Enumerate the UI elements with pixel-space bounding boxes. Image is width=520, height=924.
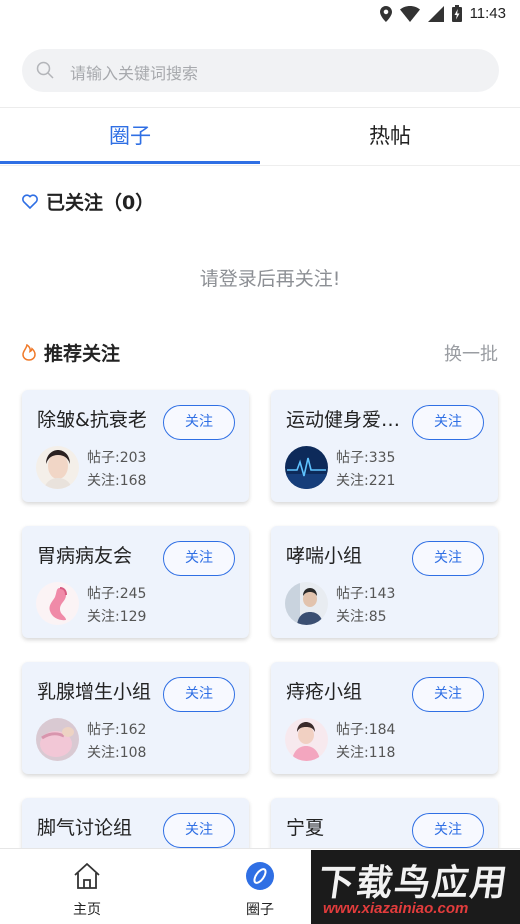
group-avatar: [36, 446, 79, 489]
group-card[interactable]: 哮喘小组 关注 帖子:143 关注:85: [271, 526, 498, 638]
group-card[interactable]: 运动健身爱好者 关注 帖子:335 关注:221: [271, 390, 498, 502]
group-name: 运动健身爱好者: [286, 409, 414, 431]
post-count: 帖子:335: [336, 450, 396, 466]
group-card[interactable]: 乳腺增生小组 关注 帖子:162 关注:108: [22, 662, 249, 774]
group-card[interactable]: 胃病病友会 关注 帖子:245 关注:129: [22, 526, 249, 638]
post-count: 帖子:143: [336, 586, 396, 602]
group-avatar: [285, 718, 328, 761]
follower-count: 关注:108: [87, 745, 147, 761]
watermark-url: www.xiazainiao.com: [323, 900, 469, 917]
follower-count: 关注:129: [87, 609, 147, 625]
group-avatar: [285, 582, 328, 625]
group-name: 胃病病友会: [37, 545, 133, 567]
group-avatar: [36, 582, 79, 625]
follow-button[interactable]: 关注: [163, 405, 235, 440]
nav-circle[interactable]: 圈子: [200, 849, 320, 924]
group-name: 痔疮小组: [286, 681, 363, 703]
group-card[interactable]: 痔疮小组 关注 帖子:184 关注:118: [271, 662, 498, 774]
nav-home[interactable]: 主页: [27, 849, 147, 924]
nav-circle-label: 圈子: [246, 902, 274, 918]
home-icon: [74, 863, 100, 889]
follow-button[interactable]: 关注: [412, 677, 484, 712]
group-name: 乳腺增生小组: [37, 681, 152, 703]
follower-count: 关注:85: [336, 609, 387, 625]
nav-home-label: 主页: [73, 902, 101, 918]
follow-button[interactable]: 关注: [163, 677, 235, 712]
follow-button[interactable]: 关注: [412, 813, 484, 848]
group-name: 宁夏: [286, 817, 325, 839]
follower-count: 关注:221: [336, 473, 396, 489]
post-count: 帖子:162: [87, 722, 147, 738]
follow-button[interactable]: 关注: [163, 541, 235, 576]
group-name: 脚气讨论组: [37, 817, 133, 839]
group-card[interactable]: 除皱&抗衰老 关注 帖子:203 关注:168: [22, 390, 249, 502]
group-name: 哮喘小组: [286, 545, 363, 567]
watermark-logo: 下载鸟应用 www.xiazainiao.com: [311, 850, 520, 924]
post-count: 帖子:203: [87, 450, 147, 466]
group-avatar: [285, 446, 328, 489]
follower-count: 关注:168: [87, 473, 147, 489]
compass-icon: [246, 862, 274, 890]
follow-button[interactable]: 关注: [412, 405, 484, 440]
follow-button[interactable]: 关注: [412, 541, 484, 576]
follower-count: 关注:118: [336, 745, 396, 761]
group-grid: 除皱&抗衰老 关注 帖子:203 关注:168 运动健身爱好者 关注 帖子:33…: [0, 0, 520, 924]
group-avatar: [36, 718, 79, 761]
group-name: 除皱&抗衰老: [37, 409, 147, 431]
post-count: 帖子:184: [336, 722, 396, 738]
follow-button[interactable]: 关注: [163, 813, 235, 848]
post-count: 帖子:245: [87, 586, 147, 602]
watermark-title: 下载鸟应用: [315, 862, 512, 903]
